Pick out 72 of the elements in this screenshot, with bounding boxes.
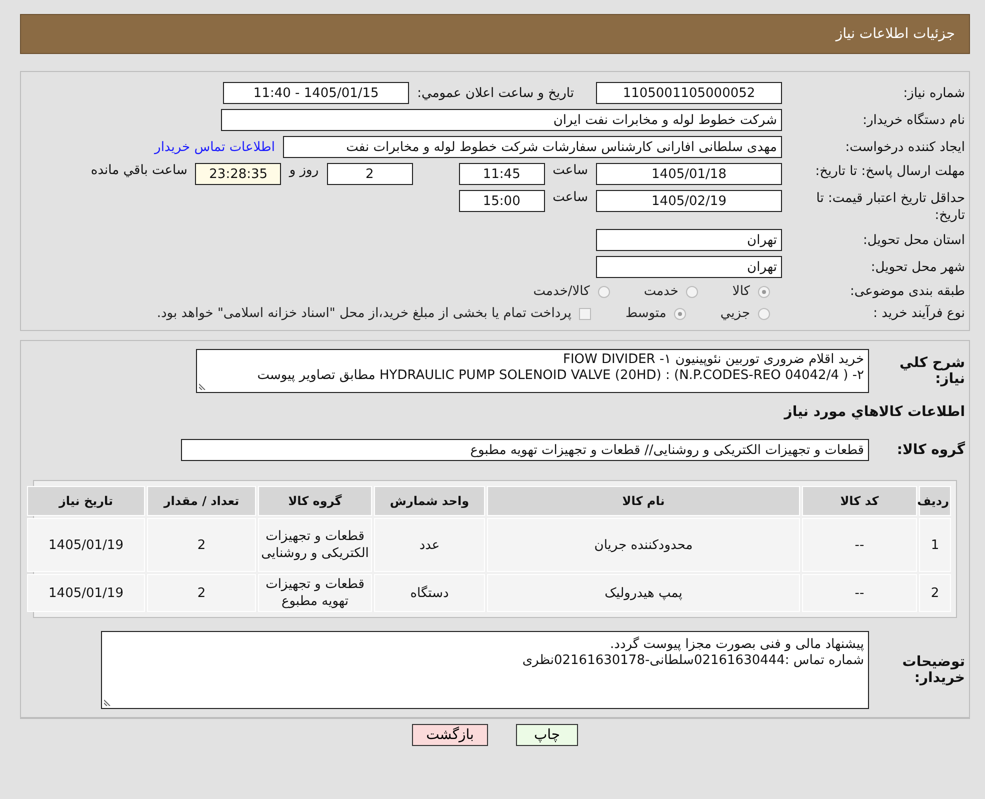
table-cell: -- <box>802 574 917 612</box>
remaining-label: ساعت باقي مانده <box>90 163 188 178</box>
table-cell: قطعات و تجهیزات تهویه مطبوع <box>258 574 372 612</box>
table-cell: -- <box>802 518 917 572</box>
section-heading: اطلاعات کالاهاي مورد نیاز <box>782 403 965 422</box>
column-header: واحد شمارش <box>374 486 485 516</box>
field-label: شهر محل تحویل: <box>870 258 965 276</box>
time-field: 15:00 <box>458 190 545 212</box>
column-header: ردیف <box>919 486 951 516</box>
days-field: 2 <box>326 163 413 185</box>
radio-label: کالا <box>732 284 750 299</box>
radio-button[interactable] <box>598 286 610 298</box>
table-cell: 1405/01/19 <box>27 518 145 572</box>
checkbox-label: پرداخت تمام یا بخشی از مبلغ خرید،از محل "اسناد خزانه اسلامی" خواهد بود. <box>156 306 572 321</box>
remaining-time-field: 23:28:35 <box>195 163 282 185</box>
column-header: تاریخ نیاز <box>27 486 145 516</box>
field-label: طبقه بندی موضوعی: <box>848 283 965 300</box>
column-header: نام کالا <box>487 486 800 516</box>
time-field: 11:45 <box>458 163 545 185</box>
column-header: گروه کالا <box>258 486 372 516</box>
table-cell: 1405/01/19 <box>27 574 145 612</box>
page-title: جزئیات اطلاعات نیاز <box>836 26 955 42</box>
announce-date-field: 1405/01/15 - 11:40 <box>223 82 410 104</box>
print-button[interactable]: چاپ <box>516 724 578 746</box>
checkbox[interactable] <box>579 308 592 320</box>
table-cell: 1 <box>919 518 951 572</box>
field-label: مهلت ارسال پاسخ: تا تاریخ: <box>814 163 965 180</box>
province-field: تهران <box>596 229 782 251</box>
field-label: حداقل تاریخ اعتبار قیمت: تا تاریخ: <box>815 190 965 224</box>
radio-button[interactable] <box>674 308 686 320</box>
goods-group-field: قطعات و تجهیزات الکتریکی و روشنایی// قطعات و تجهیزات تهویه مطبوع <box>181 439 869 461</box>
table-cell: پمپ هیدرولیک <box>487 574 800 612</box>
buyer-notes-textarea[interactable]: پیشنهاد مالی و فنی بصورت مجزا پیوست گردد. شماره تماس :02161630444سلطانی-02161630178نظری <box>101 631 869 709</box>
requester-field: مهدی سلطانی افارانی کارشناس سفارشات شرکت خطوط لوله و مخابرات نفت <box>283 136 782 158</box>
date-field: 1405/02/19 <box>596 190 782 212</box>
table-cell: محدودکننده جریان <box>487 518 800 572</box>
radio-button[interactable] <box>686 286 698 298</box>
description-textarea[interactable]: خرید اقلام ضروری توربین نئوپینیون ۱- FIOW DIVIDER ۲- ( N.P.CODES-REO 04042/4) : HYDRAULIC PUMP SOLENOID VALVE (20HD) مطابق تصاویر پیوست <box>196 349 869 393</box>
field-label: ایجاد کننده درخواست: <box>844 138 965 156</box>
city-field: تهران <box>596 256 782 278</box>
radio-label: کالا/خدمت <box>533 284 590 299</box>
field-label: تاریخ و ساعت اعلان عمومي: <box>417 86 574 100</box>
table-cell: عدد <box>374 518 485 572</box>
field-label: نام دستگاه خریدار: <box>862 112 965 128</box>
resize-grip-icon <box>104 698 112 706</box>
table-cell: 2 <box>919 574 951 612</box>
buyer-field: شرکت خطوط لوله و مخابرات نفت ایران <box>221 109 782 131</box>
radio-button[interactable] <box>758 308 770 320</box>
field-label: شماره نیاز: <box>902 84 965 102</box>
date-field: 1405/01/18 <box>596 163 782 185</box>
time-label: ساعت <box>552 190 588 205</box>
table-cell: 2 <box>147 518 256 572</box>
back-button[interactable]: بازگشت <box>412 724 488 746</box>
field-label: نوع فرآیند خرید : <box>872 305 965 322</box>
column-header: تعداد / مقدار <box>147 486 256 516</box>
radio-label: جزيي <box>720 306 750 321</box>
days-label: روز و <box>289 163 319 178</box>
radio-button[interactable] <box>758 286 770 298</box>
buyer-contact-link[interactable]: اطلاعات تماس خریدار <box>154 140 275 154</box>
field-label: توضیحات خریدار: <box>901 654 965 686</box>
need-number-field: 1105001105000052 <box>596 82 782 104</box>
table-cell: دستگاه <box>374 574 485 612</box>
field-label: استان محل تحویل: <box>862 232 965 248</box>
resize-grip-icon <box>199 382 207 390</box>
table-cell: 2 <box>147 574 256 612</box>
column-header: کد کالا <box>802 486 917 516</box>
table-cell: قطعات و تجهیزات الکتریکی و روشنایی <box>258 518 372 572</box>
field-label: شرح کلي نیاز: <box>898 355 965 387</box>
time-label: ساعت <box>552 163 588 178</box>
radio-label: خدمت <box>644 284 678 299</box>
radio-label: متوسط <box>625 306 666 321</box>
field-label: گروه کالا: <box>896 442 965 458</box>
